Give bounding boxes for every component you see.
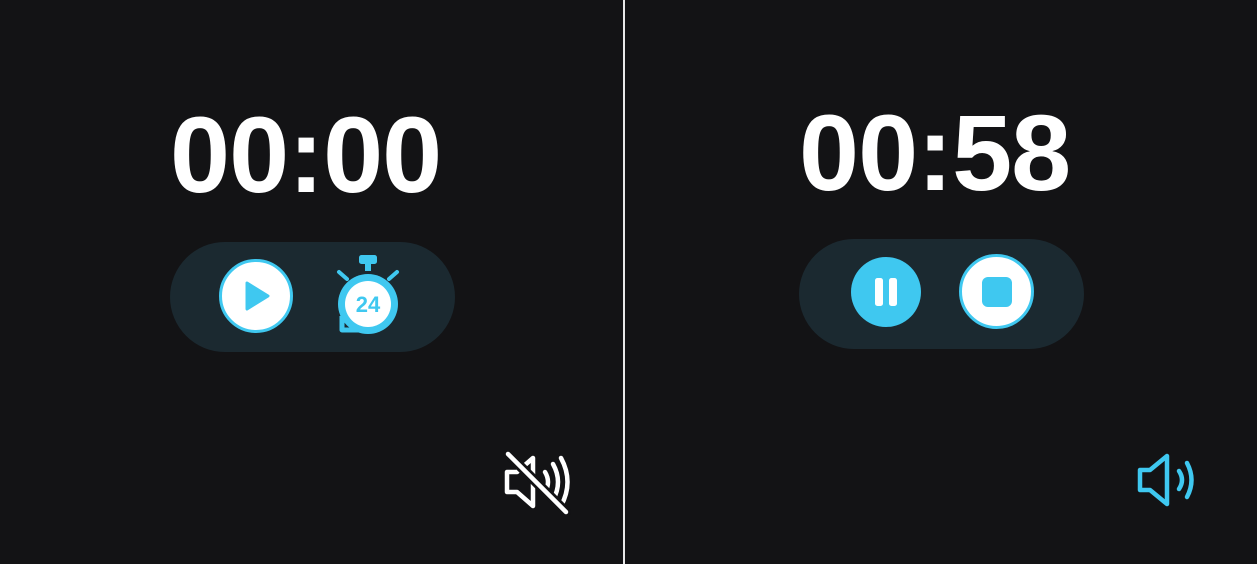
timer-24-button[interactable]: 24 (330, 252, 406, 338)
sound-toggle-button[interactable] (1135, 452, 1213, 510)
timer-panel-running: 00:58 (625, 0, 1257, 564)
time-display: 00:00 (170, 94, 442, 215)
time-display: 00:58 (799, 92, 1071, 213)
stop-button[interactable] (959, 254, 1034, 329)
pause-button[interactable] (851, 257, 921, 327)
speaker-on-icon (1135, 452, 1213, 510)
pause-icon (873, 277, 899, 307)
speaker-muted-icon (500, 450, 578, 516)
play-icon (241, 280, 271, 312)
control-bar: 24 (170, 242, 455, 352)
timer-panel-idle: 00:00 24 (0, 0, 623, 564)
play-button[interactable] (219, 259, 293, 333)
control-bar (799, 239, 1084, 349)
stop-icon (981, 276, 1012, 307)
app-root: 00:00 24 00:58 (0, 0, 1257, 564)
stopwatch-24-icon: 24 (330, 252, 406, 338)
sound-toggle-button[interactable] (500, 450, 578, 516)
stopwatch-24-label: 24 (356, 292, 381, 317)
